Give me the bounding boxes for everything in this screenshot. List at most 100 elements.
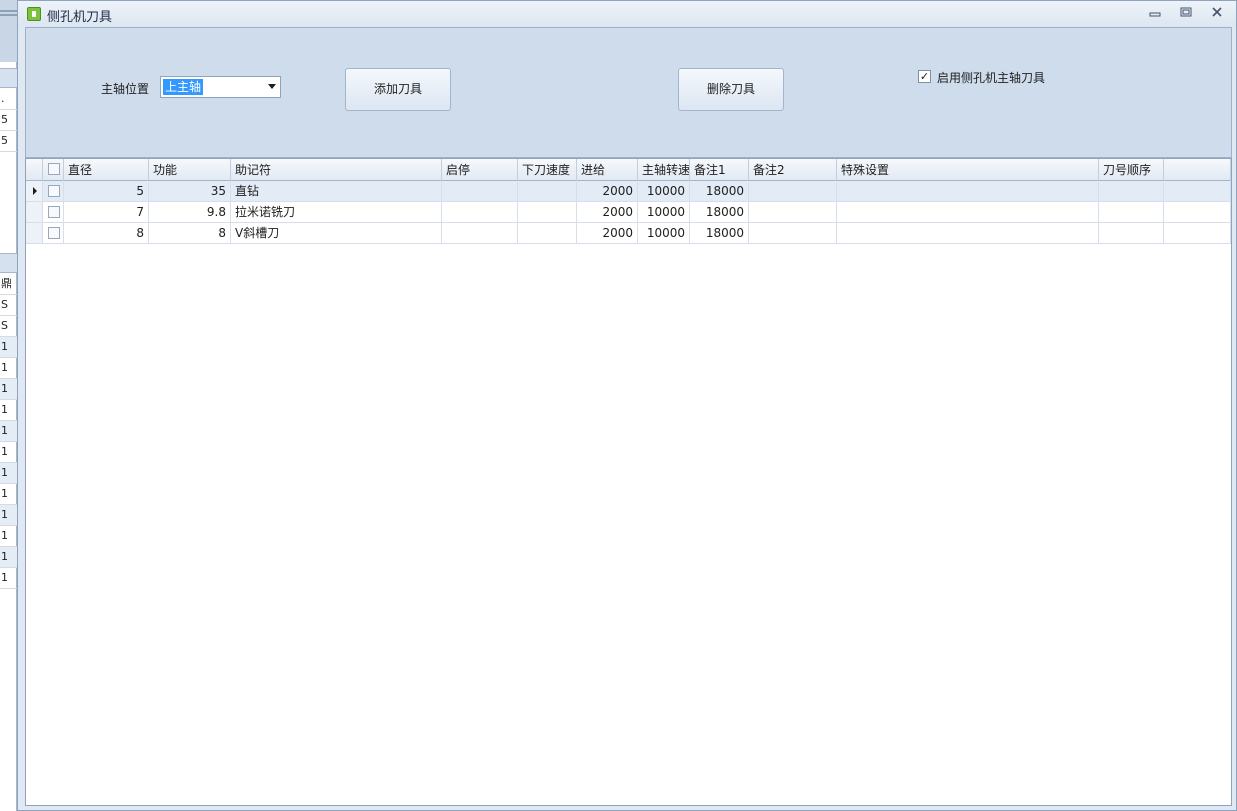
row-checkbox[interactable] [48,206,60,218]
cell-special-settings[interactable] [1099,223,1164,243]
cell-tool-number[interactable]: 8 [64,223,149,243]
chevron-down-icon[interactable] [268,84,276,89]
background-cell: 1 [0,484,17,505]
row-header-cell[interactable] [26,223,43,243]
background-tab-bar [0,68,17,88]
background-app-window: . 5 5 鼎 SS111111111111 [0,0,17,811]
column-header-start-stop[interactable]: 下刀速度 [518,159,577,181]
cell-diameter[interactable]: 8 [149,223,231,243]
table-row[interactable]: 5 35 直钻 2000 10000 18000 [26,181,1231,202]
spindle-position-value: 上主轴 [163,79,204,95]
close-icon [1212,7,1222,17]
cell-plunge-speed[interactable]: 2000 [577,202,638,222]
background-tab-bar [0,253,17,273]
cell-start-stop[interactable] [518,181,577,201]
background-cell: 1 [0,400,17,421]
spindle-position-label: 主轴位置 [101,82,150,96]
column-header-note-2[interactable]: 特殊设置 [837,159,1099,181]
cell-plunge-speed[interactable]: 2000 [577,223,638,243]
cell-mnemonic[interactable] [442,181,518,201]
add-tool-button[interactable]: 添加刀具 [345,68,451,111]
column-header-spindle-speed[interactable]: 备注1 [690,159,749,181]
row-header-cell[interactable] [26,202,43,222]
background-cell: 5 [0,110,17,131]
column-header-note-1[interactable]: 备注2 [749,159,837,181]
background-cell: 1 [0,547,17,568]
delete-tool-button[interactable]: 删除刀具 [678,68,784,111]
background-toolbar [0,0,17,62]
cell-feed[interactable]: 10000 [638,223,690,243]
maximize-button[interactable] [1175,5,1197,23]
row-header-cell[interactable] [26,181,43,201]
cell-mnemonic[interactable] [442,223,518,243]
title-bar[interactable]: 侧孔机刀具 [18,1,1236,27]
cell-note-1[interactable] [749,181,837,201]
app-icon [27,7,41,21]
enable-spindle-tools-label: 启用侧孔机主轴刀具 [937,71,1046,85]
cell-feed[interactable]: 10000 [638,202,690,222]
row-select-cell[interactable] [43,202,64,222]
table-row[interactable]: 7 9.8 拉米诺铣刀 2000 10000 18000 [26,202,1231,223]
cell-feed[interactable]: 10000 [638,181,690,201]
restore-icon [1180,7,1192,17]
cell-special-settings[interactable] [1099,202,1164,222]
background-cell: 1 [0,358,17,379]
background-cell: 1 [0,568,17,589]
cell-tool-order[interactable] [1164,223,1231,243]
cell-spindle-speed[interactable]: 18000 [690,202,749,222]
column-header-feed[interactable]: 主轴转速 [638,159,690,181]
close-button[interactable] [1206,5,1228,23]
cell-spindle-speed[interactable]: 18000 [690,223,749,243]
row-select-cell[interactable] [43,181,64,201]
column-header-row-header [26,159,43,181]
background-cell: S [0,295,17,316]
spindle-position-select[interactable]: 上主轴 [160,76,281,98]
background-cell: 1 [0,442,17,463]
cell-spindle-speed[interactable]: 18000 [690,181,749,201]
minimize-button[interactable] [1144,5,1166,23]
cell-function[interactable]: 拉米诺铣刀 [231,202,442,222]
background-cell: 1 [0,421,17,442]
column-header-function[interactable]: 助记符 [231,159,442,181]
settings-panel: 主轴位置 上主轴 添加刀具 删除刀具 ✓ 启用侧孔机主轴刀具 [25,27,1232,158]
row-checkbox[interactable] [48,185,60,197]
cell-plunge-speed[interactable]: 2000 [577,181,638,201]
cell-note-2[interactable] [837,202,1099,222]
enable-spindle-tools-checkbox[interactable]: ✓ [918,70,931,83]
cell-start-stop[interactable] [518,202,577,222]
cell-tool-order[interactable] [1164,181,1231,201]
row-checkbox[interactable] [48,227,60,239]
cell-tool-order[interactable] [1164,202,1231,222]
current-row-arrow-icon [33,187,37,195]
column-header-select-column[interactable] [43,159,64,181]
cell-function[interactable]: V斜槽刀 [231,223,442,243]
column-header-tool-order[interactable] [1164,159,1231,181]
select-all-checkbox[interactable] [48,163,60,175]
column-header-mnemonic[interactable]: 启停 [442,159,518,181]
table-row[interactable]: 8 8 V斜槽刀 2000 10000 18000 [26,223,1231,244]
background-cell: 1 [0,505,17,526]
column-header-special-settings[interactable]: 刀号顺序 [1099,159,1164,181]
row-select-cell[interactable] [43,223,64,243]
cell-note-1[interactable] [749,202,837,222]
tool-grid: 直径 功能 助记符 启停 下刀速度 进给 主轴转速 备注1 备注2 特殊设置 刀号顺序 5 35 直钻 2… [25,158,1232,806]
cell-note-1[interactable] [749,223,837,243]
background-cell: S [0,316,17,337]
cell-function[interactable]: 直钻 [231,181,442,201]
window-title: 侧孔机刀具 [47,10,113,25]
column-header-tool-number[interactable]: 直径 [64,159,149,181]
cell-diameter[interactable]: 9.8 [149,202,231,222]
cell-note-2[interactable] [837,181,1099,201]
background-cell: 1 [0,463,17,484]
cell-start-stop[interactable] [518,223,577,243]
cell-tool-number[interactable]: 5 [64,181,149,201]
cell-special-settings[interactable] [1099,181,1164,201]
cell-mnemonic[interactable] [442,202,518,222]
background-divider [0,14,17,16]
background-cell: 5 [0,131,17,152]
column-header-plunge-speed[interactable]: 进给 [577,159,638,181]
cell-note-2[interactable] [837,223,1099,243]
cell-tool-number[interactable]: 7 [64,202,149,222]
column-header-diameter[interactable]: 功能 [149,159,231,181]
cell-diameter[interactable]: 35 [149,181,231,201]
